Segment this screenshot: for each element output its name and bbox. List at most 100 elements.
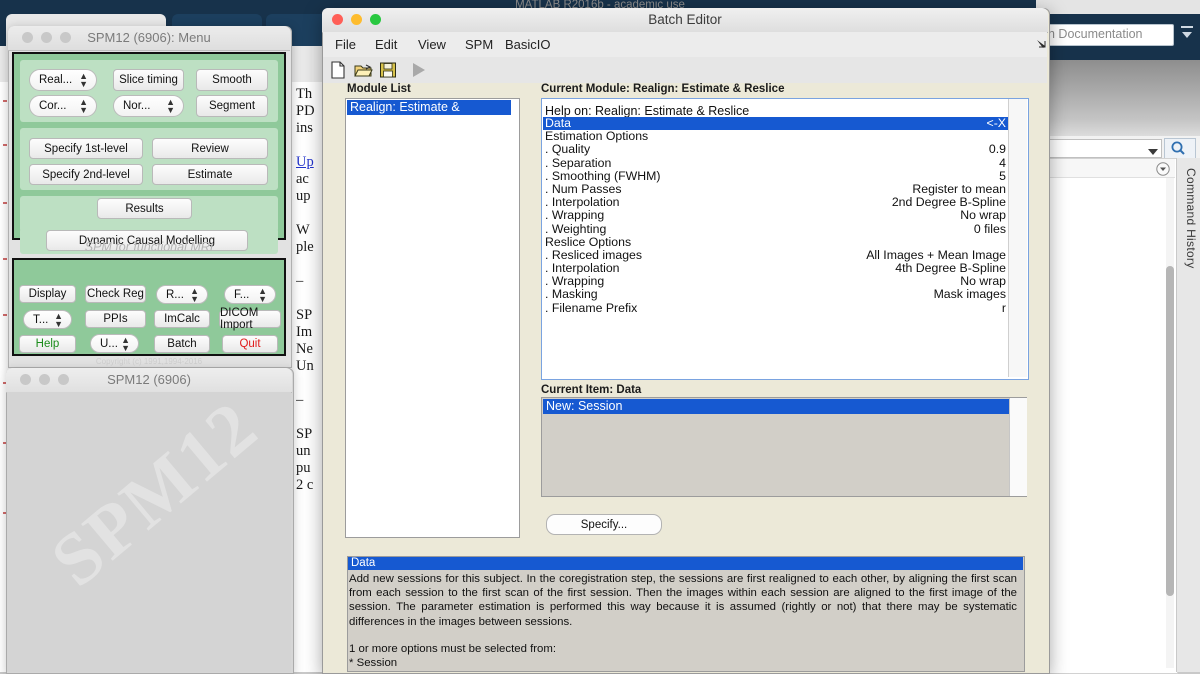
dicom-import-button[interactable]: DICOM Import (219, 307, 281, 331)
current-item-scrollbar[interactable] (1009, 398, 1027, 496)
current-item-label: Current Item: Data (541, 384, 642, 396)
specify-button-label: Specify... (580, 518, 628, 531)
module-options-list[interactable]: Data <-X Estimation Options. Quality 0.9. S… (543, 116, 1008, 372)
option-row[interactable]: Estimation Options (543, 129, 1008, 143)
save-icon[interactable] (378, 60, 398, 80)
batch-editor-toolbar (323, 57, 1047, 84)
option-row[interactable]: . Separation 4 (543, 156, 1008, 170)
option-row[interactable]: . Interpolation 4th Degree B-Spline (543, 261, 1008, 275)
stepper-icon: ▲ ▼ (258, 285, 267, 304)
module-list[interactable] (345, 98, 520, 538)
menu-basicio[interactable]: BasicIO (501, 36, 555, 53)
batch-button[interactable]: Batch (154, 335, 210, 353)
render-popup-label: R... (166, 288, 184, 301)
menu-view[interactable]: View (414, 36, 450, 53)
spm-modality-label: SPM for functional MRI (84, 240, 214, 254)
option-value: 0 files (973, 221, 1006, 236)
specify-button[interactable]: Specify... (546, 514, 662, 535)
module-options-scrollbar[interactable] (1008, 99, 1027, 377)
spm-graphics-canvas: SPM12 (7, 392, 291, 672)
help-on-title: Help on: Realign: Estimate & Reslice (545, 104, 750, 118)
search-icon[interactable] (1164, 138, 1196, 160)
menu-edit[interactable]: Edit (371, 36, 401, 53)
specify-2nd-level-button[interactable]: Specify 2nd-level (29, 164, 143, 185)
check-reg-button[interactable]: Check Reg (85, 285, 146, 303)
coregister-popup[interactable]: Cor... ▲ ▼ (29, 95, 97, 117)
option-key: Reslice Options (545, 234, 632, 249)
option-row[interactable]: . Smoothing (FWHM) 5 (543, 168, 1008, 183)
display-button[interactable]: Display (19, 285, 76, 303)
option-row[interactable]: . Interpolation 2nd Degree B-Spline (543, 195, 1008, 209)
menu-file[interactable]: File (331, 36, 360, 53)
imcalc-button[interactable]: ImCalc (154, 310, 210, 328)
review-label: Review (191, 142, 229, 155)
dicom-import-label: DICOM Import (220, 307, 259, 331)
segment-button[interactable]: Segment (196, 95, 268, 117)
document-link[interactable]: Up (296, 154, 314, 170)
smooth-button[interactable]: Smooth (196, 69, 268, 91)
open-icon[interactable] (353, 60, 373, 80)
command-window-scrollbar-thumb[interactable] (1166, 266, 1174, 596)
option-key: . Smoothing (FWHM) (545, 168, 661, 183)
option-row[interactable]: . Weighting 0 files (543, 221, 1008, 236)
option-key: . Filename Prefix (545, 300, 638, 315)
run-icon[interactable] (408, 60, 428, 80)
current-module-label: Current Module: Realign: Estimate & Resl… (541, 83, 785, 95)
help-label: Help (35, 338, 60, 350)
specify-2nd-level-label: Specify 2nd-level (42, 168, 130, 181)
ppis-button[interactable]: PPIs (85, 310, 146, 328)
fmri-popup[interactable]: F... ▲ ▼ (224, 285, 276, 304)
normalise-popup[interactable]: Nor... ▲ ▼ (113, 95, 184, 117)
realign-popup[interactable]: Real... ▲ ▼ (29, 69, 97, 91)
imcalc-label: ImCalc (164, 313, 200, 325)
utils-popup[interactable]: U... ▲ ▼ (90, 334, 139, 353)
help-button[interactable]: Help (19, 335, 76, 353)
stepper-icon: ▲ ▼ (79, 97, 88, 115)
menu-overflow-icon[interactable] (1035, 38, 1047, 53)
bottom-help-requirement: 1 or more options must be selected from: (349, 642, 557, 655)
option-value: 0.9 (988, 142, 1006, 157)
option-row[interactable]: . Quality 0.9 (543, 143, 1008, 156)
current-item-option-new-session[interactable]: New: Session (543, 399, 1009, 414)
specify-1st-level-label: Specify 1st-level (44, 142, 128, 155)
current-folder-input[interactable] (1040, 139, 1162, 158)
estimate-button[interactable]: Estimate (152, 164, 268, 185)
toolbox-popup-label: T... (33, 313, 49, 326)
results-button[interactable]: Results (97, 198, 192, 219)
smooth-label: Smooth (212, 74, 252, 86)
option-value: Mask images (933, 287, 1006, 302)
option-row[interactable]: Reslice Options (543, 234, 1008, 249)
quit-button[interactable]: Quit (222, 335, 278, 353)
option-row[interactable]: . Masking Mask images (543, 288, 1008, 301)
option-key: . Weighting (545, 221, 607, 236)
option-key: . Wrapping (545, 208, 605, 223)
render-popup[interactable]: R... ▲ ▼ (156, 285, 208, 304)
module-list-label: Module List (347, 83, 411, 95)
specify-1st-level-button[interactable]: Specify 1st-level (29, 138, 143, 159)
batch-label: Batch (167, 338, 197, 350)
bottom-help-text: Add new sessions for this subject. In th… (349, 572, 1021, 670)
review-button[interactable]: Review (152, 138, 268, 159)
results-label: Results (125, 202, 164, 215)
command-window-panel (1036, 158, 1178, 674)
command-history-label: Command History (1184, 168, 1198, 269)
slice-timing-button[interactable]: Slice timing (113, 69, 184, 91)
option-key: . Masking (545, 287, 598, 302)
bottom-help-item: * Session (349, 657, 398, 670)
spm-menu-window-title: SPM12 (6906): Menu (87, 30, 211, 45)
realign-popup-label: Real... (39, 74, 73, 86)
matlab-titlebar (1036, 0, 1200, 14)
toolstrip-minimize-icon[interactable] (1178, 22, 1196, 44)
coregister-popup-label: Cor... (39, 100, 67, 112)
module-list-item-realign[interactable]: Realign: Estimate & Reslice<-X (347, 100, 511, 128)
option-row[interactable]: . Wrapping No wrap (543, 209, 1008, 222)
batch-editor-window-title: Batch Editor (648, 12, 722, 27)
ppis-label: PPIs (103, 313, 128, 325)
toolbox-popup[interactable]: T... ▲ ▼ (23, 310, 72, 329)
new-icon[interactable] (328, 60, 348, 80)
slice-timing-label: Slice timing (119, 74, 178, 86)
stepper-icon: ▲ ▼ (190, 285, 199, 304)
menu-spm[interactable]: SPM (461, 36, 497, 53)
stepper-icon: ▲ ▼ (79, 71, 88, 89)
option-row[interactable]: . Filename Prefix r (543, 300, 1008, 315)
